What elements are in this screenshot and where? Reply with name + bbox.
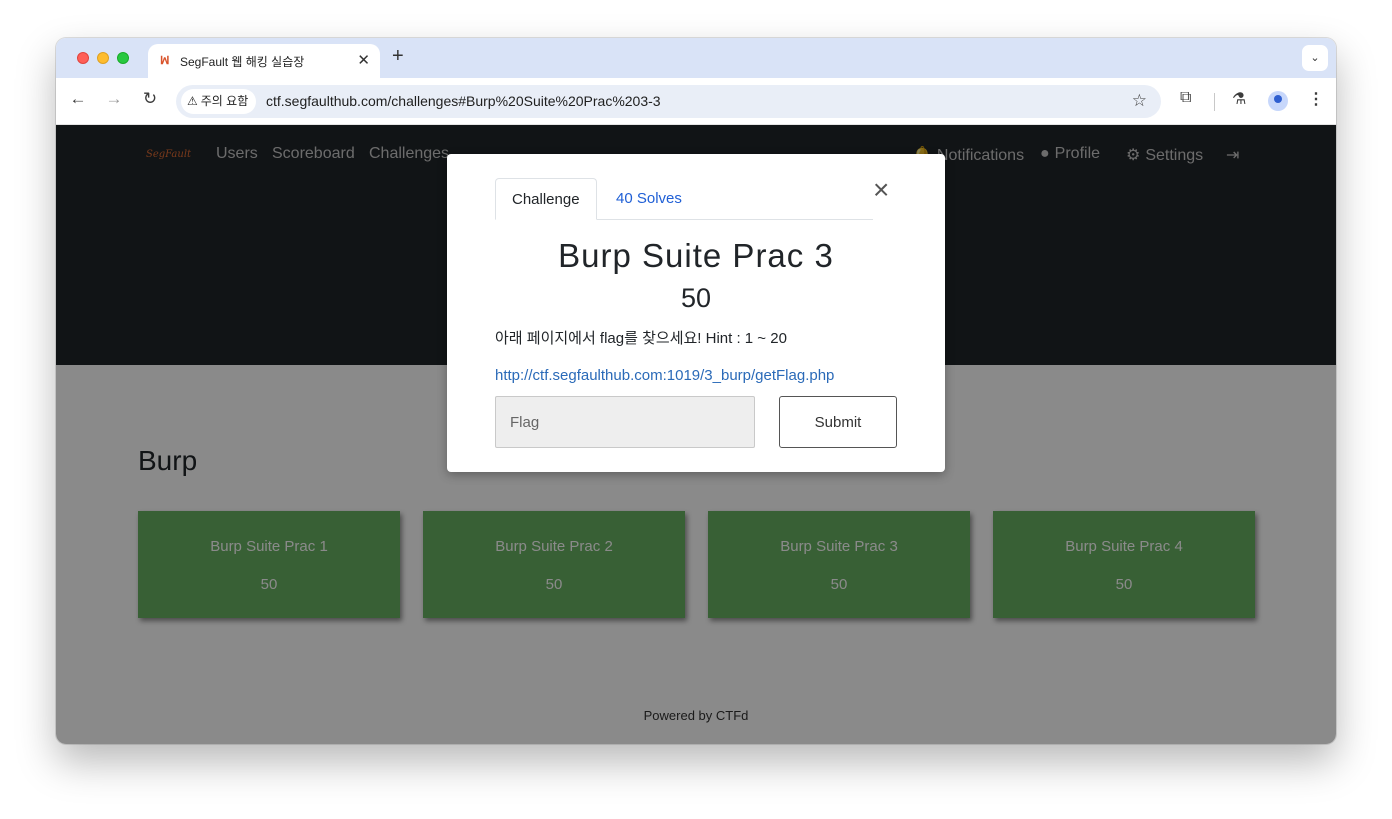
new-tab-icon[interactable]: + — [392, 45, 404, 68]
extensions-icon[interactable]: ⧉ — [1180, 89, 1191, 107]
address-bar[interactable]: ⚠ 주의 요함 ctf.segfaulthub.com/challenges#Bu… — [176, 85, 1161, 118]
tab-solves[interactable]: 40 Solves — [616, 178, 682, 220]
browser-tab[interactable]: ꟽ SegFault 웹 해킹 실습장 ✕ — [148, 44, 380, 78]
toolbar-divider — [1214, 93, 1215, 111]
close-window-button[interactable] — [77, 52, 89, 64]
warning-icon: ⚠ — [187, 94, 198, 108]
zoom-window-button[interactable] — [117, 52, 129, 64]
modal-tabs: Challenge 40 Solves — [495, 178, 873, 220]
security-chip[interactable]: ⚠ 주의 요함 — [181, 89, 257, 114]
challenge-link[interactable]: http://ctf.segfaulthub.com:1019/3_burp/g… — [495, 367, 834, 384]
reload-icon[interactable]: ↻ — [138, 89, 162, 109]
page-content: SegFault Users Scoreboard Challenges 🔔No… — [56, 125, 1336, 744]
tab-challenge[interactable]: Challenge — [495, 178, 597, 220]
tab-close-icon[interactable]: ✕ — [357, 51, 370, 69]
submit-button[interactable]: Submit — [779, 396, 897, 448]
challenge-value: 50 — [680, 283, 712, 313]
challenge-title: Burp Suite Prac 3 — [558, 237, 834, 274]
security-label: 주의 요함 — [200, 94, 249, 108]
browser-window: ꟽ SegFault 웹 해킹 실습장 ✕ + ⌄ ← → ↻ ⚠ 주의 요함 c… — [56, 38, 1336, 744]
forward-icon[interactable]: → — [102, 89, 126, 109]
menu-icon[interactable]: ⋮ — [1308, 89, 1324, 109]
star-icon[interactable]: ☆ — [1132, 91, 1147, 111]
challenge-description: 아래 페이지에서 flag를 찾으세요! Hint : 1 ~ 20 — [495, 330, 787, 347]
flag-input[interactable] — [495, 396, 755, 448]
close-icon[interactable]: × — [873, 176, 889, 204]
minimize-window-button[interactable] — [97, 52, 109, 64]
tab-title: SegFault 웹 해킹 실습장 — [180, 55, 305, 69]
browser-toolbar: ← → ↻ ⚠ 주의 요함 ctf.segfaulthub.com/challen… — [56, 78, 1336, 125]
favicon-icon: ꟽ — [160, 55, 170, 67]
tab-search-icon[interactable]: ⌄ — [1302, 45, 1328, 71]
url-text[interactable]: ctf.segfaulthub.com/challenges#Burp%20Su… — [266, 93, 661, 109]
tab-strip: ꟽ SegFault 웹 해킹 실습장 ✕ + ⌄ — [56, 38, 1336, 78]
labs-icon[interactable]: ⚗ — [1232, 89, 1246, 109]
challenge-modal: × Challenge 40 Solves Burp Suite Prac 3 … — [447, 154, 945, 472]
back-icon[interactable]: ← — [66, 89, 90, 109]
profile-avatar-icon[interactable] — [1268, 91, 1288, 111]
